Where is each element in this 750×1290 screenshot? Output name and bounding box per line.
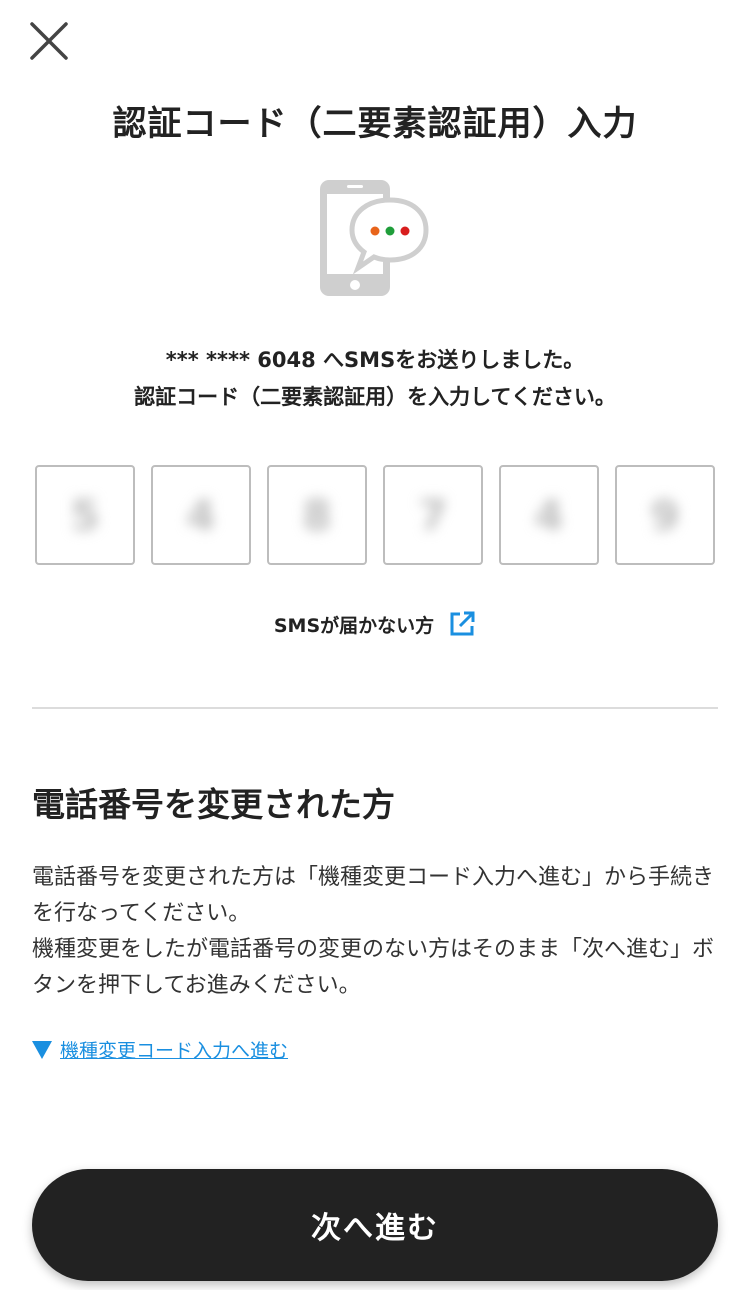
code-input-5[interactable]: 4 bbox=[499, 465, 599, 565]
code-digit: 4 bbox=[186, 490, 216, 540]
phone-change-paragraph-2: 機種変更をしたが電話番号の変更のない方はそのまま「次へ進む」ボタンを押下してお進… bbox=[32, 937, 715, 998]
sms-sent-line: *** **** 6048 へSMSをお送りしました。 bbox=[165, 348, 585, 372]
code-input-3[interactable]: 8 bbox=[267, 465, 367, 565]
sms-sent-message: *** **** 6048 へSMSをお送りしました。 認証コード（二要素認証用… bbox=[0, 342, 750, 416]
external-link-icon bbox=[450, 611, 475, 636]
code-digit: 4 bbox=[534, 490, 564, 540]
phone-change-description: 電話番号を変更された方は「機種変更コード入力へ進む」から手続きを行なってください… bbox=[32, 860, 722, 1004]
close-icon bbox=[30, 22, 68, 60]
sms-dot-red bbox=[400, 226, 410, 236]
code-input-4[interactable]: 7 bbox=[383, 465, 483, 565]
phone-change-paragraph-1: 電話番号を変更された方は「機種変更コード入力へ進む」から手続きを行なってください… bbox=[32, 865, 715, 926]
code-input-row: 5 4 8 7 4 9 bbox=[35, 465, 715, 565]
machine-change-code-link[interactable]: 機種変更コード入力へ進む bbox=[32, 1036, 288, 1063]
code-digit: 5 bbox=[70, 490, 100, 540]
code-input-1[interactable]: 5 bbox=[35, 465, 135, 565]
code-digit: 9 bbox=[650, 490, 680, 540]
close-button[interactable] bbox=[26, 18, 72, 64]
code-input-6[interactable]: 9 bbox=[615, 465, 715, 565]
next-button[interactable]: 次へ進む bbox=[32, 1169, 718, 1281]
enter-code-line: 認証コード（二要素認証用）を入力してください。 bbox=[134, 385, 616, 409]
phone-change-heading: 電話番号を変更された方 bbox=[32, 785, 395, 824]
section-divider bbox=[32, 707, 718, 709]
code-digit: 7 bbox=[418, 490, 448, 540]
phone-sms-icon bbox=[318, 178, 430, 300]
triangle-down-icon bbox=[32, 1040, 52, 1059]
sms-dot-green bbox=[385, 226, 395, 236]
no-sms-label: SMSが届かない方 bbox=[273, 614, 435, 637]
page-title: 認証コード（二要素認証用）入力 bbox=[112, 104, 638, 144]
code-input-2[interactable]: 4 bbox=[151, 465, 251, 565]
code-digit: 8 bbox=[302, 490, 332, 540]
machine-change-link-label: 機種変更コード入力へ進む bbox=[60, 1040, 289, 1062]
sms-dot-orange bbox=[370, 226, 380, 236]
no-sms-link[interactable]: SMSが届かない方 bbox=[0, 610, 750, 638]
